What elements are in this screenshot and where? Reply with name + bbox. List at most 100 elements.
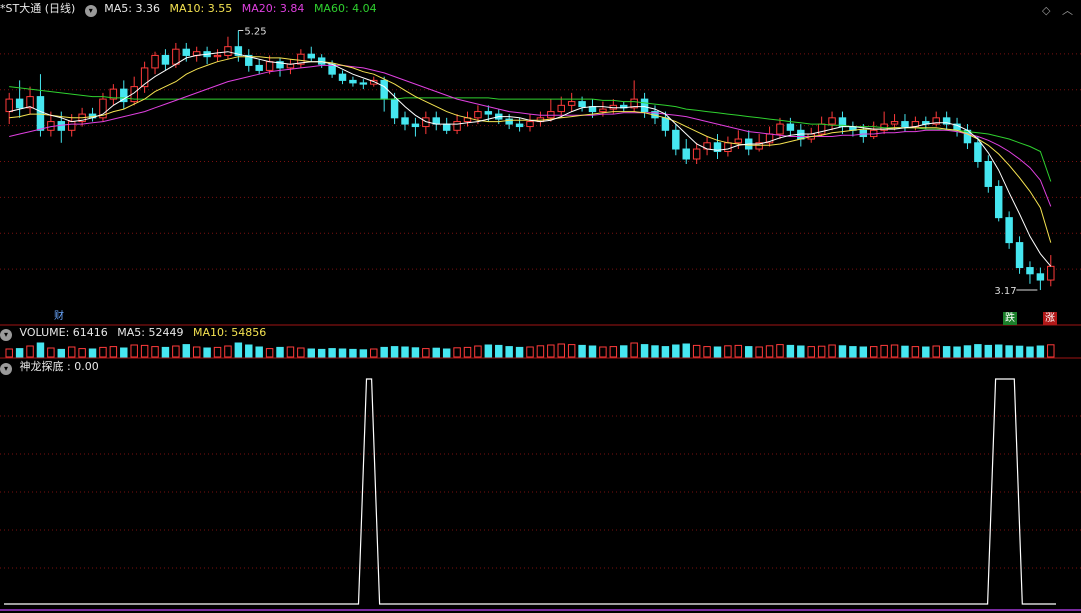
ma20-legend: MA20: 3.84 bbox=[241, 2, 305, 15]
volume-bar bbox=[224, 345, 232, 358]
volume-bar bbox=[370, 348, 378, 358]
volume-bar bbox=[442, 348, 451, 358]
chevron-up-icon[interactable]: ︿ bbox=[1062, 4, 1073, 17]
volume-bar bbox=[828, 344, 836, 358]
volume-bar bbox=[505, 346, 513, 358]
candle-body bbox=[151, 54, 159, 69]
volume-bar bbox=[567, 344, 576, 358]
volume-bar bbox=[692, 344, 701, 358]
candle-body bbox=[974, 142, 982, 162]
candle-body bbox=[411, 123, 420, 128]
volume-title: VOLUME: 61416 bbox=[19, 326, 108, 339]
volume-bar bbox=[588, 345, 597, 358]
volume-bar bbox=[640, 344, 649, 358]
volume-bar bbox=[620, 345, 628, 358]
candle-body bbox=[15, 98, 24, 109]
volume-bar bbox=[797, 345, 805, 358]
volume-bar bbox=[203, 347, 211, 358]
financial-report-badge[interactable]: 财 bbox=[52, 310, 66, 323]
candle-body bbox=[442, 123, 451, 131]
volume-bar bbox=[120, 347, 128, 358]
candle-body bbox=[182, 48, 191, 56]
chevron-down-icon[interactable]: ▾ bbox=[0, 363, 12, 375]
volume-bar bbox=[911, 346, 920, 358]
volume-bar bbox=[1036, 345, 1045, 358]
candle-body bbox=[120, 88, 128, 103]
volume-bar bbox=[651, 345, 659, 358]
volume-bar bbox=[286, 346, 295, 358]
volume-bar bbox=[765, 345, 774, 358]
ma10-line bbox=[9, 56, 1052, 243]
candle-body bbox=[453, 121, 461, 131]
volume-bar bbox=[474, 345, 482, 358]
volume-bar bbox=[276, 346, 284, 358]
volume-bar bbox=[963, 345, 972, 358]
volume-bar bbox=[807, 346, 815, 358]
rise-badge[interactable]: 涨 bbox=[1043, 312, 1057, 325]
candle-body bbox=[724, 142, 732, 153]
volume-bar bbox=[890, 344, 899, 358]
volume-bar bbox=[547, 344, 555, 358]
chart-canvas[interactable]: 5.25 3.17 bbox=[0, 0, 1081, 613]
volume-bar bbox=[78, 348, 86, 358]
candle-body bbox=[567, 101, 576, 106]
volume-ma10-legend: MA10: 54856 bbox=[192, 326, 267, 339]
volume-bar bbox=[994, 344, 1003, 358]
fall-badge[interactable]: 跌 bbox=[1003, 312, 1017, 325]
candle-body bbox=[901, 121, 909, 128]
volume-bar bbox=[859, 346, 868, 358]
volume-bar bbox=[317, 348, 326, 358]
indicator-title: 神龙探底 : 0.00 bbox=[19, 360, 99, 373]
candle-body bbox=[786, 123, 795, 131]
volume-bar bbox=[536, 345, 545, 358]
candle-body bbox=[1005, 217, 1013, 244]
volume-bar bbox=[1026, 346, 1034, 358]
candle-body bbox=[338, 73, 347, 81]
volume-bar bbox=[734, 344, 743, 358]
volume-bar bbox=[630, 342, 638, 358]
volume-bar bbox=[130, 344, 138, 358]
candle-body bbox=[286, 63, 295, 69]
volume-bar bbox=[172, 345, 180, 358]
volume-bar bbox=[942, 346, 951, 358]
candle-body bbox=[390, 98, 399, 119]
candle-body bbox=[172, 48, 180, 65]
volume-bar bbox=[307, 348, 315, 358]
candle-body bbox=[661, 117, 670, 131]
volume-bar bbox=[1047, 344, 1055, 358]
volume-bar bbox=[984, 344, 993, 358]
candle-body bbox=[547, 111, 555, 119]
volume-bar bbox=[974, 344, 982, 358]
volume-bar bbox=[953, 346, 961, 358]
volume-bar bbox=[484, 344, 493, 358]
volume-bar bbox=[67, 346, 76, 358]
ma5-legend: MA5: 3.36 bbox=[104, 2, 160, 15]
candle-body bbox=[359, 82, 368, 85]
volume-bar bbox=[869, 346, 878, 358]
candle-body bbox=[307, 53, 315, 59]
chevron-down-icon[interactable]: ▾ bbox=[0, 329, 12, 341]
ma5-line bbox=[9, 51, 1052, 267]
window-controls: ◇ ︿ bbox=[1034, 2, 1073, 18]
price-legend: *ST大通 (日线) ▾ MA5: 3.36 MA10: 3.55 MA20: … bbox=[0, 1, 383, 17]
volume-bar bbox=[755, 346, 763, 358]
volume-bar bbox=[57, 348, 66, 358]
volume-bar bbox=[453, 347, 461, 358]
volume-bar bbox=[47, 347, 55, 358]
candle-body bbox=[474, 111, 482, 119]
volume-bar bbox=[932, 345, 940, 358]
diamond-icon[interactable]: ◇ bbox=[1042, 4, 1050, 17]
candle-body bbox=[599, 108, 607, 113]
candle-body bbox=[161, 54, 170, 65]
candle-body bbox=[776, 123, 784, 135]
candle-body bbox=[682, 148, 690, 160]
chevron-down-icon[interactable]: ▾ bbox=[84, 5, 97, 17]
candle-body bbox=[1047, 265, 1055, 281]
volume-bar bbox=[495, 344, 503, 358]
candle-body bbox=[557, 104, 565, 113]
volume-bar bbox=[213, 346, 222, 358]
volume-bar bbox=[349, 348, 357, 358]
volume-bar bbox=[515, 346, 524, 358]
candle-body bbox=[672, 129, 680, 150]
candle-body bbox=[692, 148, 701, 160]
